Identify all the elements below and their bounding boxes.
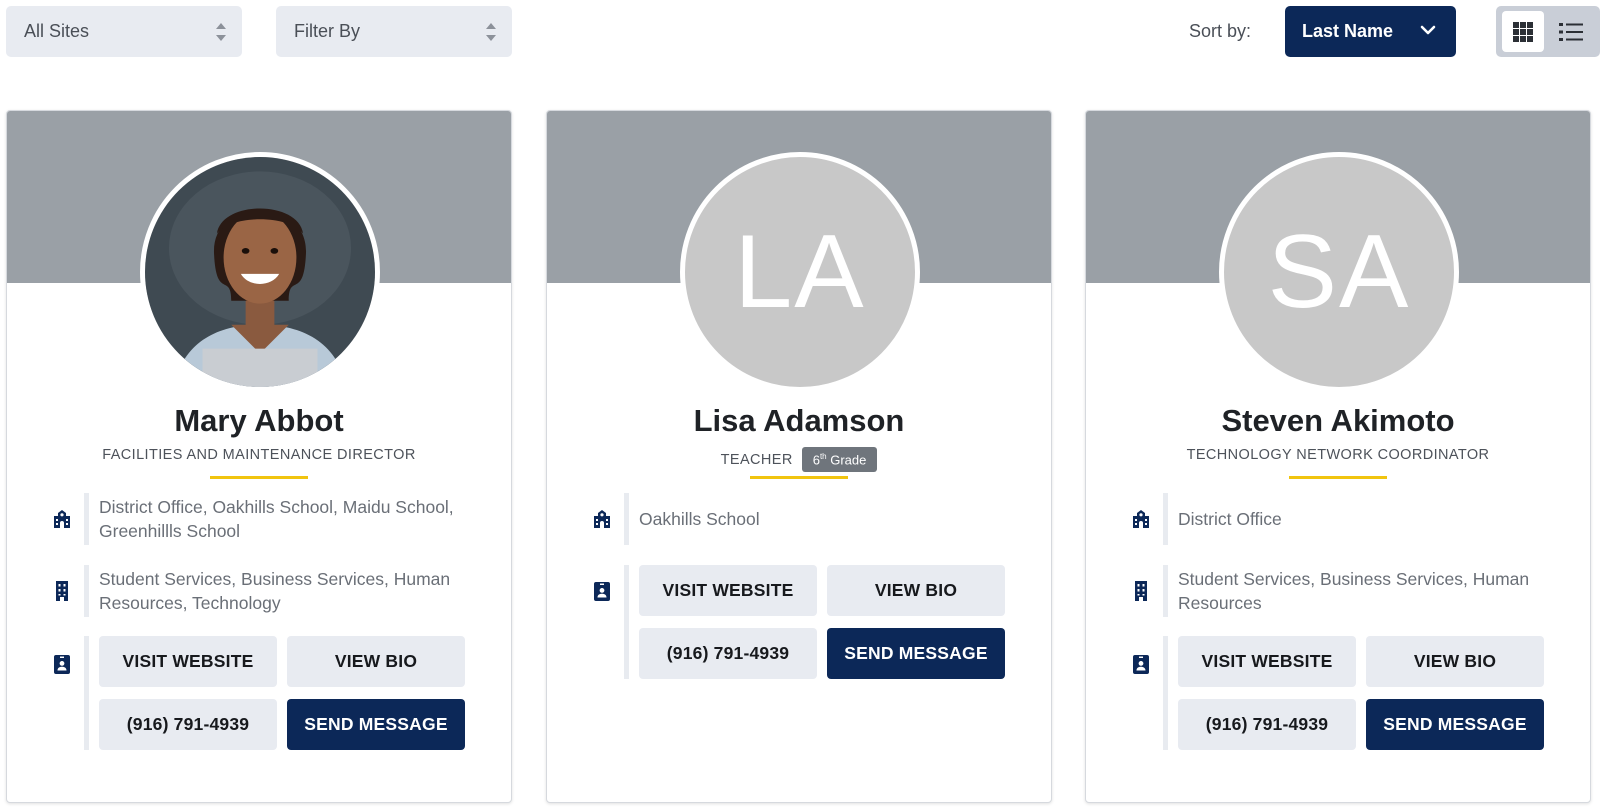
departments-text: Student Services, Business Services, Hum… (1178, 569, 1530, 613)
staff-role: TEACHER (720, 451, 793, 468)
sort-arrows-icon (216, 22, 226, 42)
filter-select[interactable]: Filter By (276, 6, 512, 57)
directory-toolbar: All Sites Filter By Sort by: Last Name (6, 6, 1600, 58)
send-message-button[interactable]: SEND MESSAGE (1366, 699, 1544, 750)
view-bio-button[interactable]: VIEW BIO (1366, 636, 1544, 687)
info-divider (84, 636, 89, 750)
avatar (140, 152, 380, 392)
schools-text: District Office, Oakhills School, Maidu … (99, 497, 454, 541)
view-bio-button[interactable]: VIEW BIO (287, 636, 465, 687)
info-divider (1163, 493, 1168, 545)
staff-name: Steven Akimoto (1221, 403, 1455, 438)
phone-button[interactable]: (916) 791-4939 (639, 628, 817, 679)
school-icon (590, 507, 614, 531)
schools-text: Oakhills School (639, 509, 760, 529)
grid-view-button[interactable] (1502, 11, 1544, 52)
phone-button[interactable]: (916) 791-4939 (1178, 699, 1356, 750)
avatar-initials: LA (734, 213, 866, 330)
view-toggle (1496, 6, 1600, 57)
sort-arrows-icon (486, 22, 496, 42)
staff-card: Mary Abbot FACILITIES AND MAINTENANCE DI… (6, 110, 512, 803)
avatar: LA (680, 152, 920, 392)
staff-role: TECHNOLOGY NETWORK COORDINATOR (1186, 447, 1490, 463)
school-icon (50, 507, 74, 531)
building-icon (50, 579, 74, 603)
avatar: SA (1219, 152, 1459, 392)
sort-label: Sort by: (1189, 21, 1252, 41)
accent-divider (750, 476, 848, 479)
info-divider (84, 565, 89, 617)
contact-badge-icon (1129, 652, 1153, 676)
sort-select[interactable]: Last Name (1285, 6, 1456, 57)
staff-role: FACILITIES AND MAINTENANCE DIRECTOR (102, 447, 416, 463)
grade-number: 6 (812, 452, 820, 468)
accent-divider (1289, 476, 1387, 479)
school-icon (1129, 507, 1153, 531)
schools-text: District Office (1178, 509, 1282, 529)
info-divider (1163, 565, 1168, 617)
chevron-down-icon (1420, 25, 1436, 35)
avatar-initials: SA (1267, 213, 1411, 330)
list-view-button[interactable] (1550, 11, 1592, 52)
role-row: TECHNOLOGY NETWORK COORDINATOR (1086, 447, 1590, 463)
info-divider (1163, 636, 1168, 750)
info-divider (84, 493, 89, 545)
visit-website-button[interactable]: VISIT WEBSITE (639, 565, 817, 616)
view-bio-button[interactable]: VIEW BIO (827, 565, 1005, 616)
info-divider (624, 493, 629, 545)
building-icon (1129, 579, 1153, 603)
phone-button[interactable]: (916) 791-4939 (99, 699, 277, 750)
grade-word: Grade (830, 452, 867, 468)
departments-text: Student Services, Business Services, Hum… (99, 569, 451, 613)
sites-select-label: All Sites (24, 21, 90, 41)
grade-badge: 6th Grade (801, 447, 878, 473)
staff-card: LA Lisa Adamson TEACHER 6th Grade Oakhil… (546, 110, 1052, 803)
list-icon (1559, 22, 1583, 41)
portrait-photo (145, 157, 375, 387)
send-message-button[interactable]: SEND MESSAGE (827, 628, 1005, 679)
sites-select[interactable]: All Sites (6, 6, 242, 57)
send-message-button[interactable]: SEND MESSAGE (287, 699, 465, 750)
accent-divider (210, 476, 308, 479)
grade-suffix: th (819, 452, 827, 461)
contact-badge-icon (50, 652, 74, 676)
role-row: TEACHER 6th Grade (547, 447, 1051, 473)
visit-website-button[interactable]: VISIT WEBSITE (1178, 636, 1356, 687)
role-row: FACILITIES AND MAINTENANCE DIRECTOR (7, 447, 511, 463)
visit-website-button[interactable]: VISIT WEBSITE (99, 636, 277, 687)
contact-badge-icon (590, 579, 614, 603)
sort-select-value: Last Name (1302, 21, 1394, 41)
grid-icon (1513, 21, 1533, 42)
filter-select-label: Filter By (294, 21, 361, 41)
staff-name: Lisa Adamson (693, 403, 905, 438)
staff-card: SA Steven Akimoto TECHNOLOGY NETWORK COO… (1085, 110, 1591, 803)
info-divider (624, 565, 629, 679)
staff-name: Mary Abbot (174, 403, 344, 438)
